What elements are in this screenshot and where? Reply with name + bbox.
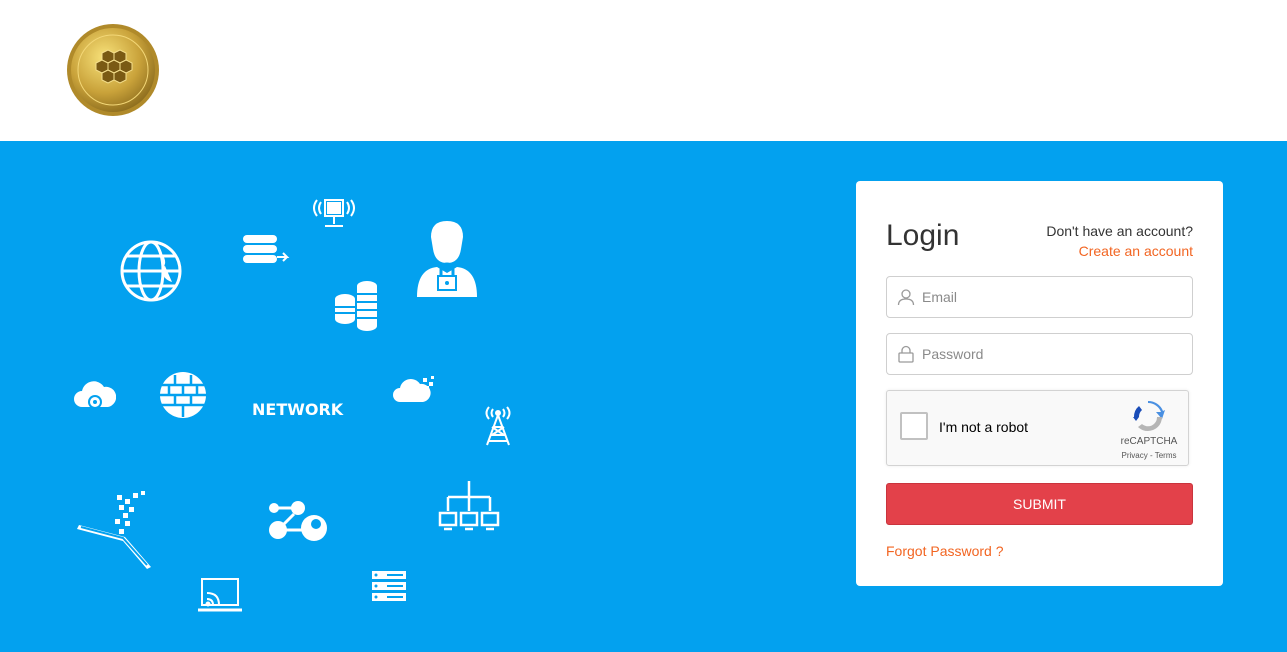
site-header bbox=[0, 0, 1287, 141]
recaptcha-logo-icon bbox=[1133, 400, 1165, 432]
cloud-settings-icon bbox=[74, 377, 116, 411]
cloud-data-icon bbox=[393, 376, 437, 404]
gold-coin-logo[interactable] bbox=[66, 23, 160, 117]
email-input[interactable] bbox=[922, 277, 1182, 317]
nodes-icon bbox=[266, 500, 330, 544]
submit-button[interactable]: SUBMIT bbox=[886, 483, 1193, 525]
email-field[interactable] bbox=[886, 276, 1193, 318]
globe-icon bbox=[118, 238, 184, 304]
coin-stack-icon bbox=[333, 279, 383, 333]
recaptcha-checkbox[interactable] bbox=[900, 412, 928, 440]
password-input[interactable] bbox=[922, 334, 1182, 374]
forgot-password-link[interactable]: Forgot Password ? bbox=[886, 543, 1004, 559]
network-tree-icon bbox=[438, 481, 500, 533]
wifi-monitor-icon bbox=[313, 196, 355, 230]
create-account-link[interactable]: Create an account bbox=[1079, 243, 1193, 259]
firewall-globe-icon bbox=[157, 371, 209, 419]
recaptcha-widget: I'm not a robot reCAPTCHA Privacy - Term… bbox=[886, 390, 1189, 466]
recaptcha-label: I'm not a robot bbox=[939, 419, 1029, 435]
database-transfer-icon bbox=[241, 233, 291, 267]
user-lock-icon bbox=[415, 219, 479, 299]
no-account-text: Don't have an account? bbox=[1046, 223, 1193, 239]
recaptcha-brand: reCAPTCHA bbox=[1120, 436, 1178, 447]
network-label: NETWORK bbox=[252, 400, 344, 419]
login-card: Login Don't have an account? Create an a… bbox=[856, 181, 1223, 586]
laptop-cast-icon bbox=[198, 577, 242, 613]
password-field[interactable] bbox=[886, 333, 1193, 375]
server-rack-icon bbox=[371, 570, 407, 604]
cell-tower-icon bbox=[483, 405, 513, 447]
recaptcha-privacy-terms[interactable]: Privacy - Terms bbox=[1117, 451, 1181, 460]
lock-icon bbox=[898, 345, 914, 363]
user-icon bbox=[897, 289, 915, 306]
login-title: Login bbox=[886, 219, 960, 252]
tablet-data-icon bbox=[77, 491, 153, 569]
